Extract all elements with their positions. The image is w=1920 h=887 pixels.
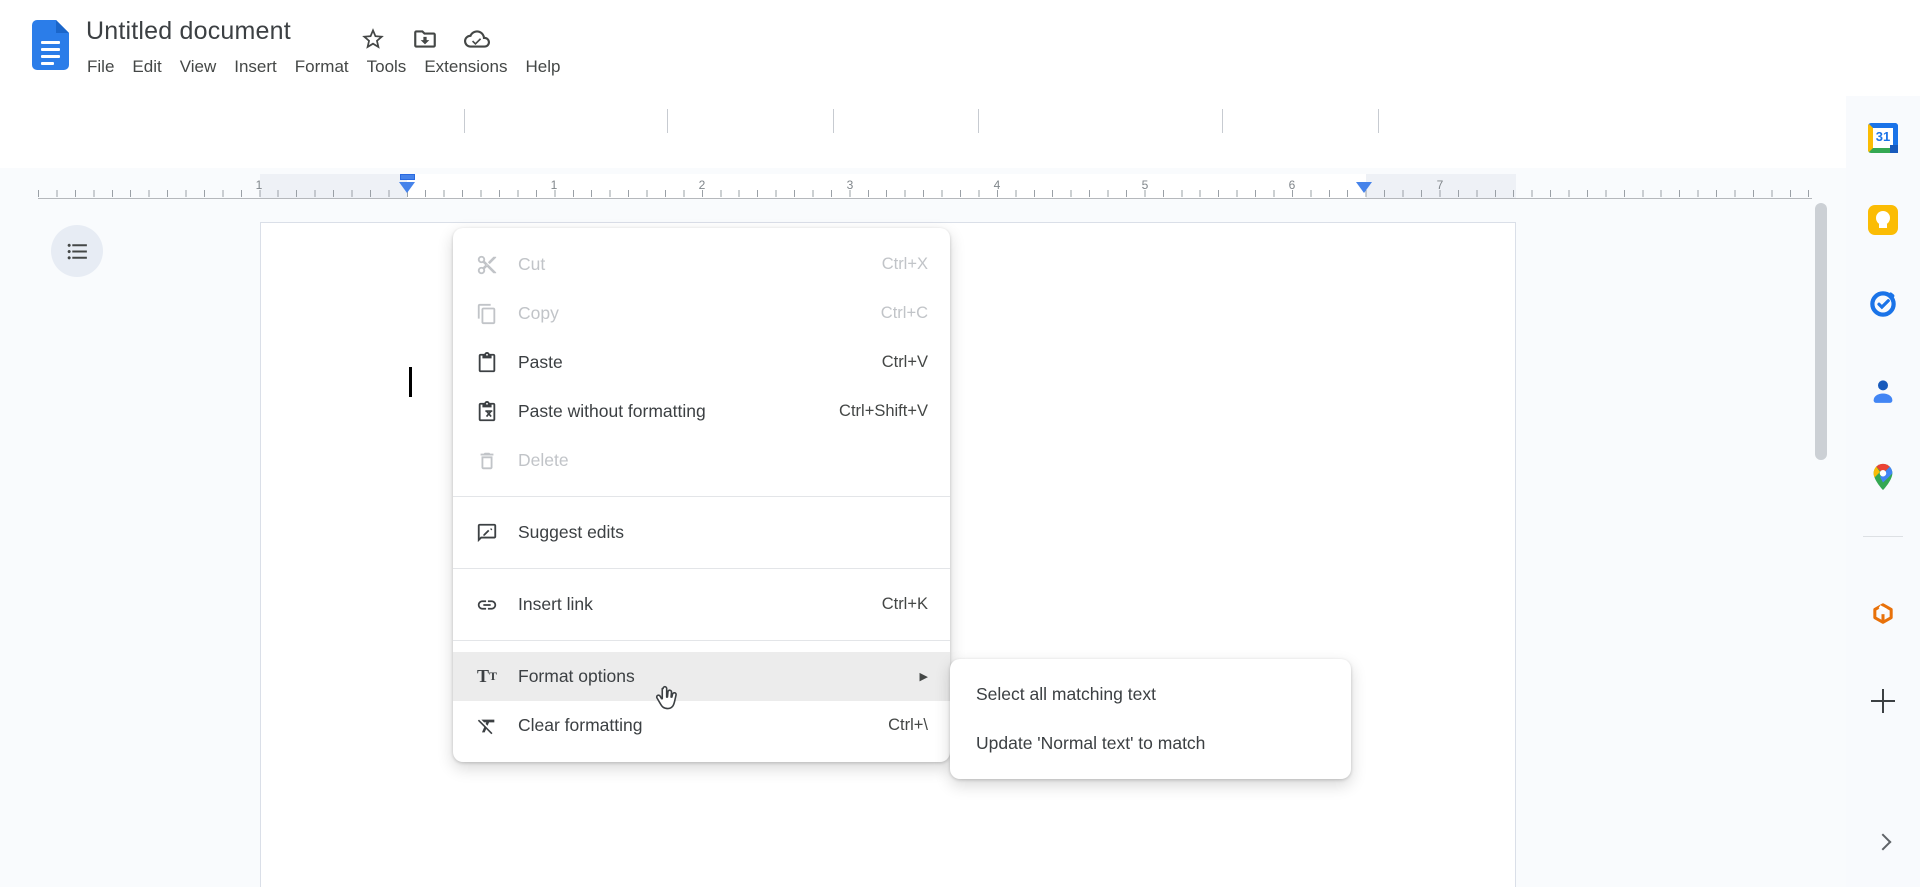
first-line-indent-marker[interactable] bbox=[400, 174, 415, 180]
menubar-file[interactable]: File bbox=[78, 53, 123, 81]
submenu-item-update-normal-text-to-match[interactable]: Update 'Normal text' to match bbox=[950, 719, 1351, 768]
menu-item-paste[interactable]: Paste Ctrl+V bbox=[453, 338, 950, 387]
format-options-icon: TT bbox=[476, 666, 498, 686]
docs-logo-icon[interactable] bbox=[32, 20, 69, 70]
menu-item-format-options[interactable]: TT Format options ▶ bbox=[453, 652, 950, 701]
contacts-icon[interactable] bbox=[1846, 376, 1920, 406]
menubar: File Edit View Insert Format Tools Exten… bbox=[78, 53, 569, 81]
menubar-edit[interactable]: Edit bbox=[123, 53, 170, 81]
menubar-tools[interactable]: Tools bbox=[358, 53, 416, 81]
document-title[interactable]: Untitled document bbox=[86, 17, 291, 46]
menu-item-cut[interactable]: Cut Ctrl+X bbox=[453, 240, 950, 289]
menubar-help[interactable]: Help bbox=[516, 53, 569, 81]
menubar-extensions[interactable]: Extensions bbox=[415, 53, 516, 81]
menubar-view[interactable]: View bbox=[171, 53, 226, 81]
menu-item-label: Copy bbox=[518, 303, 559, 323]
ruler-label: 5 bbox=[1141, 178, 1149, 192]
paste-without-formatting-icon bbox=[475, 400, 499, 424]
ruler-label: 2 bbox=[698, 178, 706, 192]
hide-side-panel-icon[interactable] bbox=[1846, 833, 1920, 851]
menu-item-label: Paste without formatting bbox=[518, 401, 706, 421]
tasks-icon[interactable] bbox=[1846, 289, 1920, 319]
outline-list-icon bbox=[67, 243, 87, 259]
menu-item-label: Suggest edits bbox=[518, 522, 625, 542]
menu-item-label: Delete bbox=[518, 450, 569, 470]
ruler-label: 3 bbox=[846, 178, 854, 192]
mouse-pointer-hand bbox=[650, 684, 682, 721]
menu-item-shortcut: Ctrl+X bbox=[881, 255, 928, 273]
menu-item-shortcut: Ctrl+\ bbox=[888, 716, 928, 734]
clear-formatting-icon bbox=[475, 714, 499, 738]
menu-item-label: Clear formatting bbox=[518, 715, 643, 735]
menu-item-label: Format options bbox=[518, 666, 635, 686]
submenu-arrow-icon: ▶ bbox=[919, 671, 928, 683]
keep-icon[interactable] bbox=[1846, 205, 1920, 235]
ruler-label: 6 bbox=[1288, 178, 1296, 192]
menu-item-shortcut: Ctrl+C bbox=[880, 304, 928, 322]
suggest-edits-icon bbox=[475, 521, 499, 545]
copy-icon bbox=[475, 302, 499, 326]
menu-item-shortcut: Ctrl+V bbox=[881, 353, 928, 371]
maps-icon[interactable] bbox=[1846, 462, 1920, 492]
ruler-label: 7 bbox=[1436, 178, 1444, 192]
insert-link-menu-icon bbox=[475, 593, 499, 617]
header: Untitled document File Edit View Insert … bbox=[0, 0, 1920, 96]
horizontal-ruler: 1 1 2 3 4 5 6 7 bbox=[0, 172, 1920, 199]
document-outline-button[interactable] bbox=[51, 225, 103, 277]
ruler-label: 4 bbox=[993, 178, 1001, 192]
menu-item-delete[interactable]: Delete bbox=[453, 436, 950, 485]
menu-item-label: Insert link bbox=[518, 594, 593, 614]
vertical-scrollbar-thumb[interactable] bbox=[1815, 203, 1827, 460]
menu-item-shortcut: Ctrl+Shift+V bbox=[839, 402, 928, 420]
right-indent-marker[interactable] bbox=[1356, 182, 1372, 193]
menu-item-clear-formatting[interactable]: Clear formatting Ctrl+\ bbox=[453, 701, 950, 750]
cut-icon bbox=[475, 253, 499, 277]
addon-icon[interactable] bbox=[1846, 599, 1920, 627]
menubar-format[interactable]: Format bbox=[286, 53, 358, 81]
ruler-label: 1 bbox=[255, 178, 263, 192]
menu-divider bbox=[453, 568, 950, 569]
menu-item-insert-link[interactable]: Insert link Ctrl+K bbox=[453, 580, 950, 629]
menu-divider bbox=[453, 640, 950, 641]
paste-icon bbox=[475, 351, 499, 375]
ruler-ticks bbox=[38, 190, 1812, 197]
format-options-submenu: Select all matching text Update 'Normal … bbox=[950, 659, 1351, 779]
menu-divider bbox=[453, 496, 950, 497]
delete-icon bbox=[475, 449, 499, 473]
menu-item-copy[interactable]: Copy Ctrl+C bbox=[453, 289, 950, 338]
left-indent-marker[interactable] bbox=[399, 182, 415, 193]
submenu-item-select-all-matching-text[interactable]: Select all matching text bbox=[950, 670, 1351, 719]
menu-item-shortcut: Ctrl+K bbox=[881, 595, 928, 613]
google-docs-app: Untitled document File Edit View Insert … bbox=[0, 0, 1920, 887]
get-add-ons-icon[interactable] bbox=[1846, 689, 1920, 713]
menubar-insert[interactable]: Insert bbox=[225, 53, 286, 81]
menu-item-paste-without-formatting[interactable]: Paste without formatting Ctrl+Shift+V bbox=[453, 387, 950, 436]
context-menu: Cut Ctrl+X Copy Ctrl+C Paste Ctrl+V Past… bbox=[453, 228, 950, 762]
menu-item-label: Paste bbox=[518, 352, 563, 372]
side-panel-divider bbox=[1863, 536, 1903, 537]
menu-item-label: Cut bbox=[518, 254, 546, 274]
side-panel: 31 bbox=[1846, 96, 1920, 887]
menu-item-suggest-edits[interactable]: Suggest edits bbox=[453, 508, 950, 557]
calendar-icon[interactable]: 31 bbox=[1846, 123, 1920, 153]
ruler-label: 1 bbox=[550, 178, 558, 192]
toolbar-strip: 100% Normal text Arial − 11 + B I U A ⋮ bbox=[0, 96, 1920, 252]
text-cursor bbox=[409, 367, 412, 397]
